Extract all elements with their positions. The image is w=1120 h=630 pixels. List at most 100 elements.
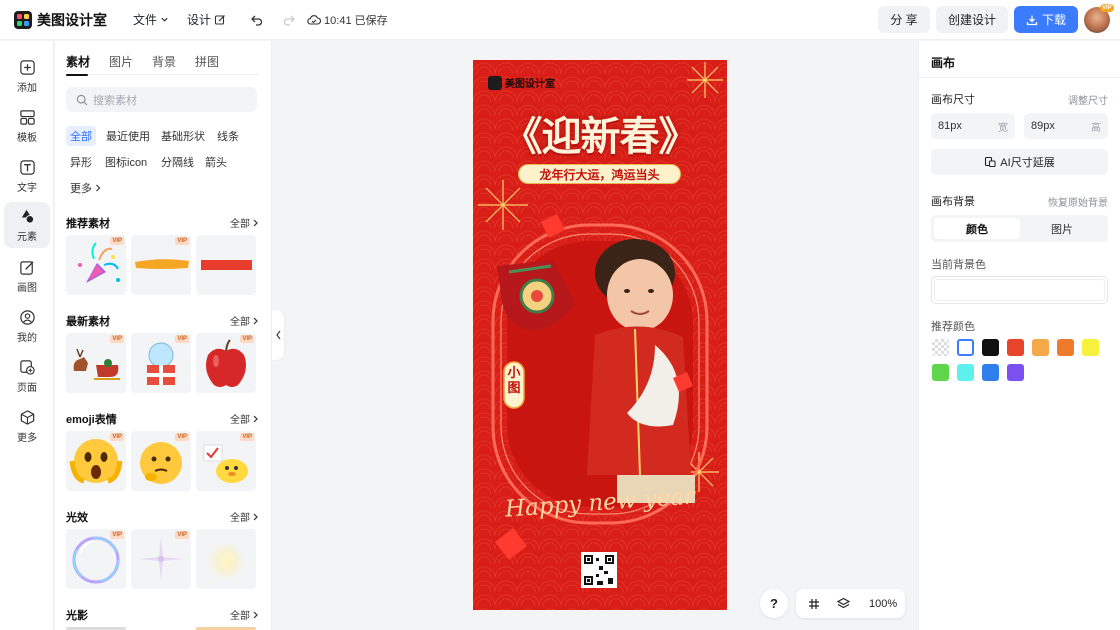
tab-collage[interactable]: 拼图 <box>195 53 219 70</box>
panel-divider <box>919 77 1120 78</box>
ai-resize-button[interactable]: AI尺寸延展 <box>931 149 1108 175</box>
chip-icons[interactable]: 图标icon <box>101 152 151 172</box>
rail-item-mine[interactable]: 我的 <box>0 303 54 349</box>
swatch-green[interactable] <box>932 364 949 381</box>
see-all-light-shadow[interactable]: 全部 <box>230 607 259 622</box>
canvas-banner: 龙年行大运，鸿运当头 <box>518 164 681 184</box>
rail-item-draw[interactable]: 画图 <box>0 253 54 299</box>
canvas-headline: 《迎新春》 <box>502 115 699 159</box>
asset-party-popper[interactable]: VIP <box>66 235 126 295</box>
chevron-right-icon <box>96 184 101 192</box>
tab-images[interactable]: 图片 <box>109 53 133 70</box>
template-icon <box>19 109 35 125</box>
asset-yellow-brush-stroke[interactable]: VIP <box>131 235 191 295</box>
width-field[interactable]: 81px 宽 <box>931 113 1015 139</box>
top-bar: 美图设计室 文件 设计 10:41 已保存 分 享 创建设计 下载 VIP <box>0 0 1120 40</box>
layers-icon <box>836 597 850 609</box>
see-all-light-effects[interactable]: 全部 <box>230 509 259 524</box>
help-button[interactable]: ? <box>760 589 788 618</box>
app-logo[interactable]: 美图设计室 <box>14 10 107 30</box>
undo-button[interactable] <box>244 9 266 31</box>
chip-recent[interactable]: 最近使用 <box>102 126 154 146</box>
left-rail: 添加 模板 文字 元素 画图 我的 页面 更多 <box>0 41 54 630</box>
asset-red-bar[interactable] <box>196 235 256 295</box>
asset-bubble-ring[interactable]: VIP <box>66 529 126 589</box>
swatch-purple[interactable] <box>1007 364 1024 381</box>
see-all-recommended[interactable]: 全部 <box>230 215 259 230</box>
swatch-transparent[interactable] <box>932 339 949 356</box>
vip-badge: VIP <box>175 531 189 539</box>
canvas-brand: 美图设计室 <box>488 75 555 90</box>
swatch-light-orange[interactable] <box>1032 339 1049 356</box>
see-all-emoji[interactable]: 全部 <box>230 411 259 426</box>
download-icon <box>1026 15 1038 25</box>
chip-irregular[interactable]: 异形 <box>66 152 96 172</box>
vip-badge: VIP <box>1100 4 1114 12</box>
asset-shocked-emoji[interactable]: VIP <box>66 431 126 491</box>
rail-item-text[interactable]: 文字 <box>0 153 54 199</box>
design-menu[interactable]: 设计 <box>187 11 226 28</box>
file-menu[interactable]: 文件 <box>133 11 169 28</box>
swatch-yellow[interactable] <box>1082 339 1099 356</box>
rail-item-page[interactable]: 页面 <box>0 353 54 399</box>
rail-item-add[interactable]: 添加 <box>0 53 54 99</box>
share-button[interactable]: 分 享 <box>878 6 930 33</box>
chevron-left-icon <box>275 330 281 340</box>
swatch-blue[interactable] <box>982 364 999 381</box>
seg-color[interactable]: 颜色 <box>934 218 1020 239</box>
swatch-red[interactable] <box>1007 339 1024 356</box>
asset-reindeer-sleigh[interactable]: VIP <box>66 333 126 393</box>
chevron-right-icon <box>253 415 258 422</box>
swatch-black[interactable] <box>982 339 999 356</box>
asset-snow-globe-gift[interactable]: VIP <box>131 333 191 393</box>
swatch-orange[interactable] <box>1057 339 1074 356</box>
resize-link[interactable]: 调整尺寸 <box>1068 92 1108 107</box>
grid-toggle-button[interactable] <box>804 598 824 610</box>
draw-icon <box>19 260 34 275</box>
create-design-button[interactable]: 创建设计 <box>936 6 1008 33</box>
logo-icon <box>14 10 32 29</box>
canvas-tag: 小图 <box>507 365 521 395</box>
height-field[interactable]: 89px 高 <box>1024 113 1108 139</box>
swatch-cyan[interactable] <box>957 364 974 381</box>
design-canvas[interactable]: 美图设计室 《迎新春》 龙年行大运，鸿运当头 小图 Happy new year <box>473 60 727 610</box>
zoom-level[interactable]: 100% <box>869 598 897 610</box>
asset-duck-emoji[interactable]: VIP <box>196 431 256 491</box>
chip-arrows[interactable]: 箭头 <box>201 152 231 172</box>
rail-item-elements[interactable]: 元素 <box>4 202 50 248</box>
chip-dividers[interactable]: 分隔线 <box>157 152 198 172</box>
download-button[interactable]: 下载 <box>1014 6 1078 33</box>
active-tab-indicator <box>66 74 88 76</box>
section-title-emoji: emoji表情 <box>66 414 117 426</box>
chevron-right-icon <box>253 513 258 520</box>
rail-item-more[interactable]: 更多 <box>0 403 54 449</box>
vip-badge: VIP <box>240 335 254 343</box>
swatch-white[interactable] <box>957 339 974 356</box>
undo-icon <box>250 15 262 26</box>
asset-red-apple[interactable]: VIP <box>196 333 256 393</box>
chevron-right-icon <box>253 611 258 618</box>
asset-soft-glow[interactable] <box>196 529 256 589</box>
vip-badge: VIP <box>110 433 124 441</box>
chip-lines[interactable]: 线条 <box>213 126 243 146</box>
chip-all[interactable]: 全部 <box>66 126 96 146</box>
shapes-icon <box>21 209 34 224</box>
current-bg-color[interactable] <box>931 276 1108 304</box>
restore-bg-link[interactable]: 恢复原始背景 <box>1048 194 1108 209</box>
avatar[interactable]: VIP <box>1084 4 1114 33</box>
see-all-newest[interactable]: 全部 <box>230 313 259 328</box>
redo-button[interactable] <box>276 9 298 31</box>
seg-image[interactable]: 图片 <box>1019 218 1105 239</box>
layers-button[interactable] <box>833 597 853 610</box>
search-input[interactable]: 搜索素材 <box>66 87 257 112</box>
chip-more[interactable]: 更多 <box>66 178 106 198</box>
tab-materials[interactable]: 素材 <box>66 53 90 70</box>
search-icon <box>76 94 88 105</box>
collapse-panel-button[interactable] <box>272 310 284 360</box>
chip-basic-shapes[interactable]: 基础形状 <box>157 126 209 146</box>
asset-thinking-emoji[interactable]: VIP <box>131 431 191 491</box>
tab-backgrounds[interactable]: 背景 <box>152 53 176 70</box>
save-status: 10:41 已保存 <box>304 12 388 28</box>
rail-item-template[interactable]: 模板 <box>0 103 54 149</box>
asset-sparkle-star[interactable]: VIP <box>131 529 191 589</box>
